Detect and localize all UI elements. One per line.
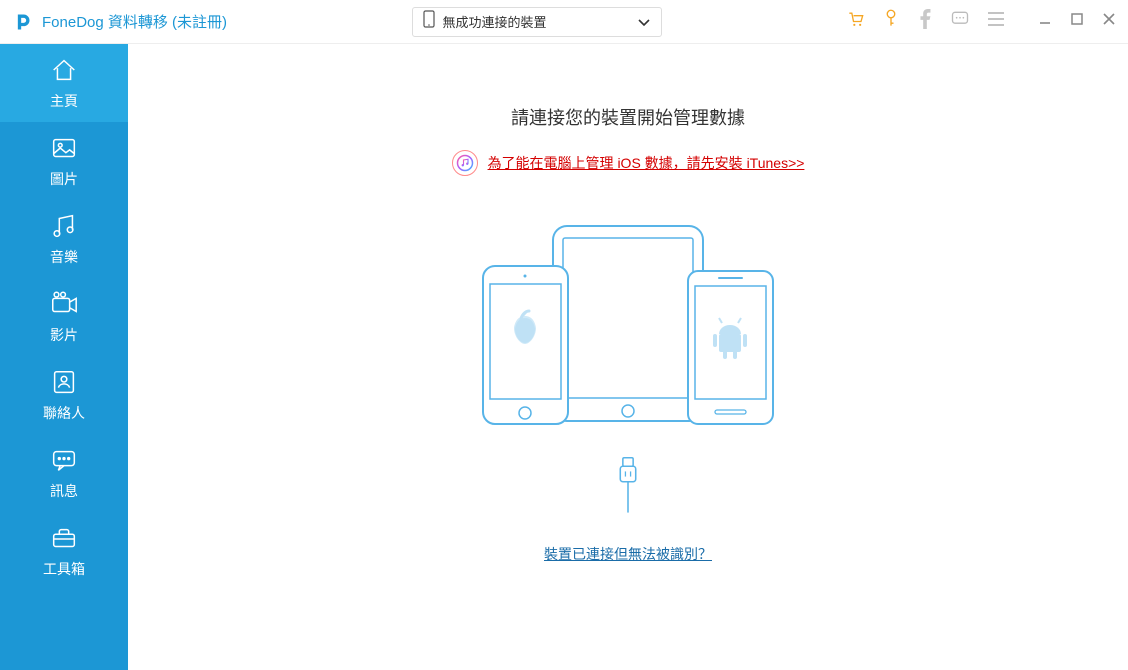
sidebar: 主頁 圖片 音樂 影片 聯絡人 訊息 工具箱 (0, 44, 128, 670)
sidebar-item-videos[interactable]: 影片 (0, 278, 128, 356)
window-controls (1038, 12, 1116, 31)
video-icon (49, 289, 79, 319)
connect-prompt: 請連接您的裝置開始管理數據 (511, 104, 745, 130)
facebook-icon[interactable] (916, 9, 934, 34)
sidebar-item-label: 影片 (50, 325, 78, 345)
chevron-down-icon (637, 14, 651, 30)
sidebar-item-music[interactable]: 音樂 (0, 200, 128, 278)
cable-illustration (608, 456, 648, 516)
title-actions (846, 9, 1116, 34)
menu-icon[interactable] (986, 10, 1006, 33)
sidebar-item-photos[interactable]: 圖片 (0, 122, 128, 200)
music-icon (49, 211, 79, 241)
sidebar-item-home[interactable]: 主頁 (0, 44, 128, 122)
window-minimize[interactable] (1038, 12, 1052, 31)
sidebar-item-label: 訊息 (50, 481, 78, 501)
image-icon (49, 133, 79, 163)
sidebar-item-label: 音樂 (50, 247, 78, 267)
sidebar-item-messages[interactable]: 訊息 (0, 434, 128, 512)
messages-icon (49, 445, 79, 475)
itunes-icon (452, 150, 478, 176)
contacts-icon (49, 367, 79, 397)
device-selector[interactable]: 無成功連接的裝置 (412, 7, 662, 37)
sidebar-item-contacts[interactable]: 聯絡人 (0, 356, 128, 434)
toolbox-icon (49, 523, 79, 553)
app-logo-icon (12, 12, 32, 32)
sidebar-item-label: 聯絡人 (43, 403, 85, 423)
sidebar-item-label: 主頁 (50, 91, 78, 111)
home-icon (49, 55, 79, 85)
sidebar-item-label: 圖片 (50, 169, 78, 189)
main-content: 請連接您的裝置開始管理數據 為了能在電腦上管理 iOS 數據，請先安裝 iTun… (128, 44, 1128, 670)
titlebar: FoneDog 資料轉移 (未註冊) 無成功連接的裝置 (0, 0, 1128, 44)
sidebar-item-label: 工具箱 (43, 559, 85, 579)
app-title: FoneDog 資料轉移 (未註冊) (42, 11, 227, 32)
cart-icon[interactable] (846, 9, 866, 34)
install-itunes-link[interactable]: 為了能在電腦上管理 iOS 數據，請先安裝 iTunes>> (488, 153, 805, 173)
troubleshoot-link[interactable]: 裝置已連接但無法被識別？ (544, 544, 712, 564)
window-maximize[interactable] (1070, 12, 1084, 31)
sidebar-item-toolbox[interactable]: 工具箱 (0, 512, 128, 590)
window-close[interactable] (1102, 12, 1116, 31)
itunes-row: 為了能在電腦上管理 iOS 數據，請先安裝 iTunes>> (452, 150, 805, 176)
device-selector-text: 無成功連接的裝置 (443, 12, 637, 31)
phone-icon (423, 10, 435, 33)
key-icon[interactable] (882, 9, 900, 34)
devices-illustration (453, 216, 803, 436)
feedback-icon[interactable] (950, 9, 970, 34)
